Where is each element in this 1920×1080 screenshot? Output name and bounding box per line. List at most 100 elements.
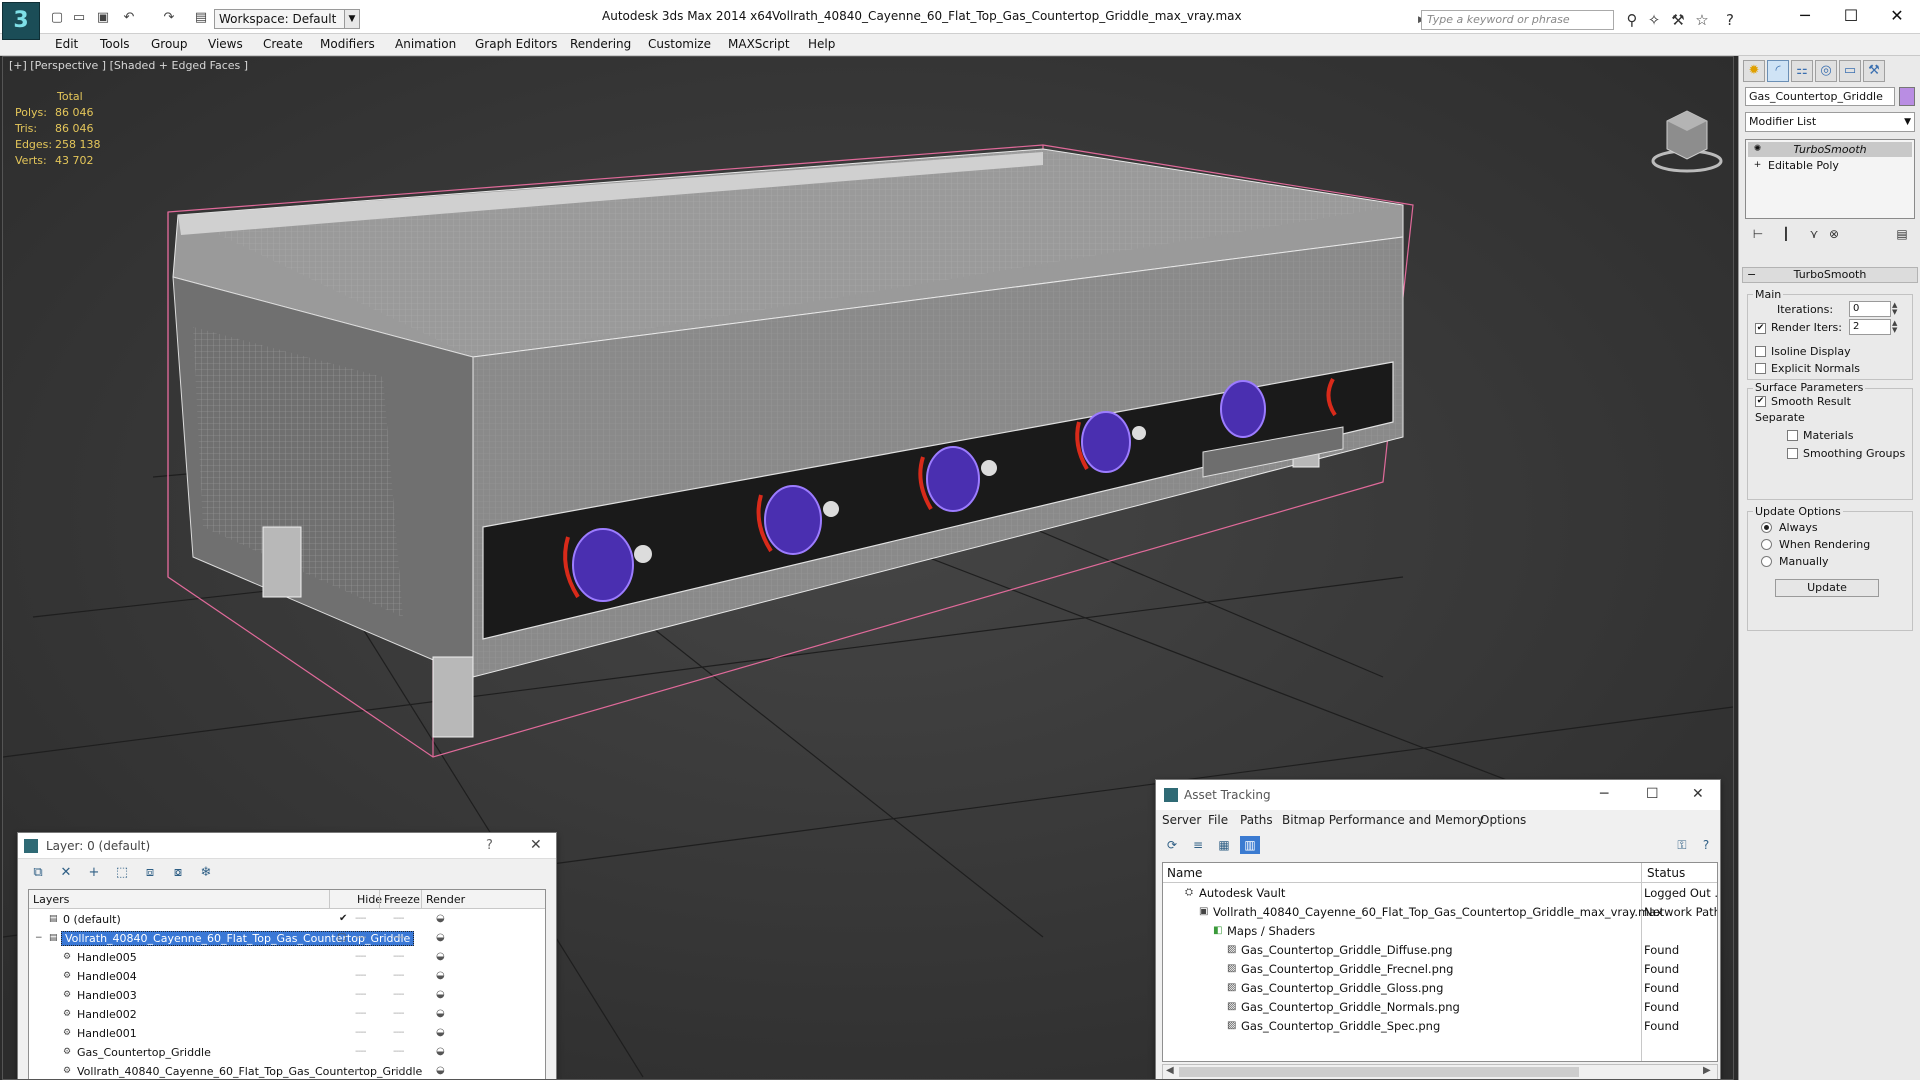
undo-icon[interactable]: ↶: [120, 9, 138, 27]
layer-row[interactable]: ⚙ Handle005 ---- ---- ◒: [29, 948, 545, 967]
show-end-result-icon[interactable]: ┃: [1775, 224, 1797, 244]
favorites-icon[interactable]: ☆: [1692, 10, 1712, 30]
close-button[interactable]: ✕: [1874, 4, 1920, 28]
configure-sets-icon[interactable]: ▤: [1891, 224, 1913, 244]
explicit-normals-checkbox[interactable]: [1755, 363, 1766, 374]
modify-tab-icon[interactable]: ◜: [1767, 60, 1789, 82]
close-icon[interactable]: ✕: [530, 837, 542, 853]
create-tab-icon[interactable]: ✹: [1743, 60, 1765, 82]
hide-toggle[interactable]: ----: [355, 1065, 366, 1076]
open-file-icon[interactable]: ▭: [70, 9, 88, 27]
menu-group[interactable]: Group: [151, 37, 188, 51]
smoothing-groups-checkbox[interactable]: [1787, 448, 1798, 459]
render-teapot-icon[interactable]: ◒: [436, 970, 445, 981]
hierarchy-tab-icon[interactable]: ⚏: [1791, 60, 1813, 82]
turbosmooth-rollout-header[interactable]: − TurboSmooth: [1742, 267, 1918, 283]
hide-toggle[interactable]: ----: [355, 1027, 366, 1038]
vault-login-icon[interactable]: ⚿: [1672, 836, 1692, 854]
menu-create[interactable]: Create: [263, 37, 303, 51]
lightbulb-icon[interactable]: ✺: [1752, 144, 1763, 155]
search-input[interactable]: Type a keyword or phrase: [1421, 10, 1614, 30]
freeze-toggle[interactable]: ----: [393, 1065, 404, 1076]
horizontal-scrollbar[interactable]: ◀ ▶: [1162, 1064, 1718, 1079]
freeze-toggle[interactable]: ----: [393, 932, 404, 943]
spinner-arrows-icon[interactable]: ▲ ▼: [1892, 302, 1902, 316]
scrollbar-thumb[interactable]: [1179, 1067, 1579, 1077]
asset-row[interactable]: ⛭ Autodesk Vault Logged Out ...: [1163, 883, 1717, 902]
redo-icon[interactable]: ↷: [160, 9, 178, 27]
checkmark-icon[interactable]: ✔: [339, 913, 347, 924]
viewport-label[interactable]: [+] [Perspective ] [Shaded + Edged Faces…: [9, 59, 248, 72]
menu-bitmap-performance[interactable]: Bitmap Performance and Memory: [1282, 813, 1484, 827]
object-color-swatch[interactable]: [1899, 87, 1915, 106]
spinner-arrows-icon[interactable]: ▲ ▼: [1892, 320, 1902, 334]
asset-row[interactable]: ◧ Maps / Shaders: [1163, 921, 1717, 940]
render-teapot-icon[interactable]: ◒: [436, 1008, 445, 1019]
layer-row[interactable]: ⚙ Gas_Countertop_Griddle ---- ---- ◒: [29, 1043, 545, 1062]
render-teapot-icon[interactable]: ◒: [436, 1046, 445, 1057]
pin-stack-icon[interactable]: ⊢: [1747, 224, 1769, 244]
menu-options[interactable]: Options: [1480, 813, 1526, 827]
freeze-toggle[interactable]: ----: [393, 913, 404, 924]
hide-toggle[interactable]: ----: [355, 1008, 366, 1019]
column-divider[interactable]: [329, 890, 330, 909]
hold-icon[interactable]: ▤: [192, 9, 210, 27]
make-unique-icon[interactable]: ⋎: [1803, 224, 1825, 244]
layer-row[interactable]: ⚙ Handle002 ---- ---- ◒: [29, 1005, 545, 1024]
help-icon[interactable]: ?: [1720, 10, 1740, 30]
column-status[interactable]: Status: [1647, 866, 1685, 880]
help-icon[interactable]: ?: [486, 838, 493, 853]
select-objects-icon[interactable]: ⬚: [112, 864, 132, 882]
hide-all-icon[interactable]: ⧇: [168, 864, 188, 882]
asset-row[interactable]: ▨ Gas_Countertop_Griddle_Diffuse.png Fou…: [1163, 940, 1717, 959]
freeze-toggle[interactable]: ----: [393, 989, 404, 1000]
scroll-right-icon[interactable]: ▶: [1703, 1065, 1711, 1076]
freeze-toggle[interactable]: ----: [393, 951, 404, 962]
column-layers[interactable]: Layers: [33, 893, 69, 906]
menu-maxscript[interactable]: MAXScript: [728, 37, 790, 51]
utilities-tab-icon[interactable]: ⚒: [1863, 60, 1885, 82]
layer-row[interactable]: ⚙ Vollrath_40840_Cayenne_60_Flat_Top_Gas…: [29, 1062, 545, 1079]
manually-radio[interactable]: [1761, 556, 1772, 567]
render-teapot-icon[interactable]: ◒: [436, 932, 445, 943]
stack-item-turbosmooth[interactable]: ✺ TurboSmooth: [1748, 142, 1912, 157]
collapse-icon[interactable]: −: [35, 933, 45, 944]
hide-toggle[interactable]: ----: [355, 932, 366, 943]
layer-row[interactable]: ⚙ Handle003 ---- ---- ◒: [29, 986, 545, 1005]
render-teapot-icon[interactable]: ◒: [436, 1027, 445, 1038]
motion-tab-icon[interactable]: ◎: [1815, 60, 1837, 82]
remove-modifier-icon[interactable]: ⊗: [1823, 224, 1845, 244]
freeze-toggle[interactable]: ----: [393, 970, 404, 981]
menu-edit[interactable]: Edit: [55, 37, 78, 51]
exchange-icon[interactable]: ⚒: [1668, 10, 1688, 30]
layer-row[interactable]: − ▤ Vollrath_40840_Cayenne_60_Flat_Top_G…: [29, 929, 545, 948]
binoculars-icon[interactable]: ⚲: [1622, 10, 1642, 30]
minimize-button[interactable]: ─: [1782, 4, 1828, 28]
perspective-viewport[interactable]: [+] [Perspective ] [Shaded + Edged Faces…: [2, 56, 1734, 1080]
hide-toggle[interactable]: ----: [355, 951, 366, 962]
hide-toggle[interactable]: ----: [355, 1046, 366, 1057]
communication-center-icon[interactable]: ✧: [1644, 10, 1664, 30]
chevron-down-icon[interactable]: ▼: [344, 9, 360, 29]
layer-row[interactable]: ⚙ Handle004 ---- ---- ◒: [29, 967, 545, 986]
maximize-button[interactable]: ☐: [1646, 786, 1659, 802]
asset-window-titlebar[interactable]: Asset Tracking ─ ☐ ✕: [1156, 780, 1720, 810]
iterations-spinner[interactable]: 0 ▲ ▼: [1849, 301, 1897, 317]
asset-row[interactable]: ▨ Gas_Countertop_Griddle_Gloss.png Found: [1163, 978, 1717, 997]
render-teapot-icon[interactable]: ◒: [436, 1065, 445, 1076]
minimize-button[interactable]: ─: [1600, 786, 1608, 802]
smooth-result-checkbox[interactable]: ✔: [1755, 396, 1766, 407]
layer-row[interactable]: ▤ 0 (default) ✔ ---- ---- ◒: [29, 910, 545, 929]
create-layer-icon[interactable]: ⧉: [28, 864, 48, 882]
highlight-layer-icon[interactable]: ⧈: [140, 864, 160, 882]
menu-animation[interactable]: Animation: [395, 37, 456, 51]
current-layer-icon[interactable]: ▢: [337, 932, 346, 943]
render-iters-spinner[interactable]: 2 ▲ ▼: [1849, 319, 1897, 335]
column-divider[interactable]: [421, 890, 422, 909]
help-icon[interactable]: ?: [1696, 836, 1716, 854]
freeze-toggle[interactable]: ----: [393, 1008, 404, 1019]
menu-tools[interactable]: Tools: [100, 37, 130, 51]
scroll-left-icon[interactable]: ◀: [1166, 1065, 1174, 1076]
menu-server[interactable]: Server: [1162, 813, 1201, 827]
asset-row[interactable]: ▨ Gas_Countertop_Griddle_Frecnel.png Fou…: [1163, 959, 1717, 978]
